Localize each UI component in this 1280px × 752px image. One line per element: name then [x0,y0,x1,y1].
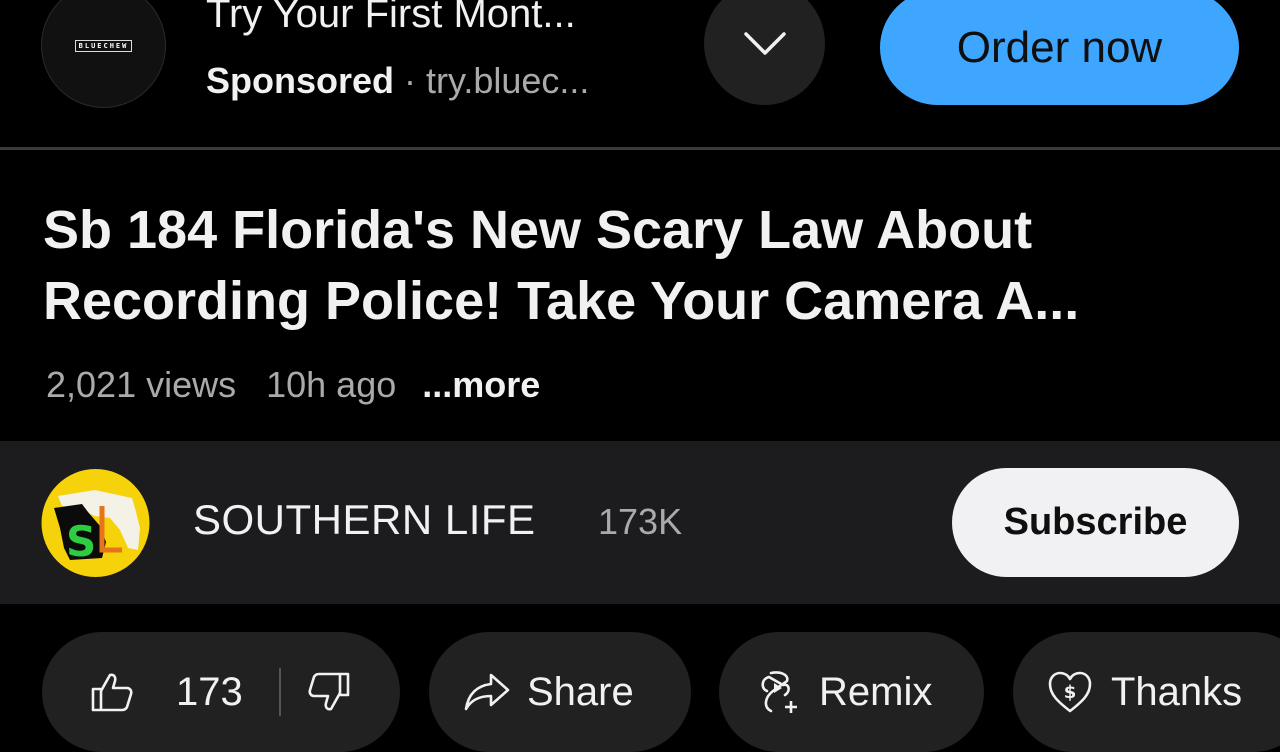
more-link[interactable]: ...more [422,364,540,405]
share-arrow-icon [463,672,511,712]
like-count[interactable]: 173 [176,670,243,715]
channel-avatar[interactable]: S [40,468,151,578]
advertiser-logo[interactable]: BLUECHEW [41,0,166,108]
remix-label: Remix [819,669,933,714]
video-metadata[interactable]: 2,021 views 10h ago ...more [46,364,540,406]
subscribe-button[interactable]: Subscribe [952,468,1239,577]
channel-row: S SOUTHERN LIFE 173K Subscribe [0,441,1280,604]
sponsored-label: Sponsored [206,60,395,101]
thumbs-down-icon[interactable] [307,671,351,713]
video-title[interactable]: Sb 184 Florida's New Scary Law About Rec… [43,195,1243,337]
thumbs-up-icon[interactable] [90,671,134,713]
ad-title[interactable]: Try Your First Mont... [206,0,576,37]
like-dislike-group: 173 [42,632,400,752]
remix-icon [757,669,803,715]
remix-button[interactable]: Remix [719,632,984,752]
advertiser-logo-text: BLUECHEW [74,39,133,52]
share-button[interactable]: Share [429,632,691,752]
sponsored-ad-row[interactable]: BLUECHEW Try Your First Mont... Sponsore… [0,0,1280,148]
divider [0,147,1280,150]
thanks-label: Thanks [1111,669,1243,714]
svg-text:$: $ [1064,682,1077,703]
like-dislike-separator [278,668,281,716]
chevron-down-icon [743,31,787,57]
separator-dot: · [404,60,417,101]
share-label: Share [527,669,634,714]
svg-text:S: S [66,517,96,566]
ad-url[interactable]: try.bluec... [426,60,589,101]
ad-expand-button[interactable] [704,0,825,105]
thanks-button[interactable]: $ Thanks [1013,632,1280,752]
heart-dollar-icon: $ [1047,670,1093,714]
subscriber-count: 173K [598,501,683,542]
ad-subtitle: Sponsored · try.bluec... [206,60,589,102]
order-now-button[interactable]: Order now [880,0,1239,105]
upload-age: 10h ago [266,364,397,405]
view-count: 2,021 views [46,364,237,405]
channel-name[interactable]: SOUTHERN LIFE [193,496,536,544]
